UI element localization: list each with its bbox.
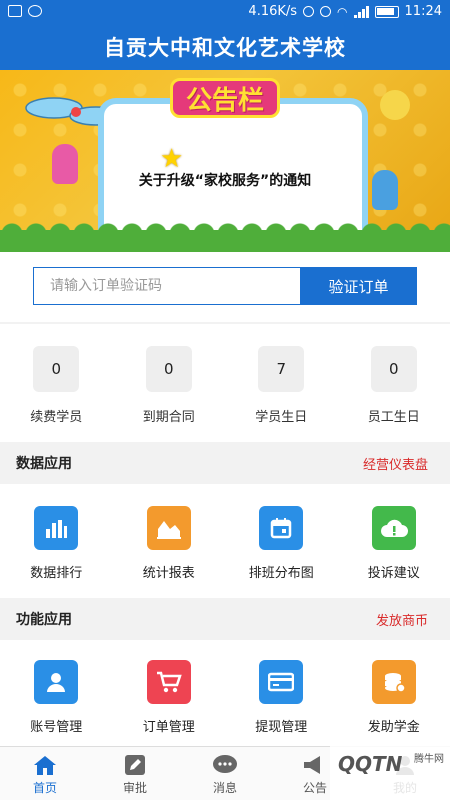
stats-panel: 0 续费学员 0 到期合同 7 学员生日 0 员工生日 <box>0 324 450 442</box>
stat-staff-birthdays[interactable]: 0 员工生日 <box>338 324 450 442</box>
stat-label: 员工生日 <box>367 410 420 425</box>
signal-icon <box>353 5 369 18</box>
stat-label: 续费学员 <box>30 410 83 425</box>
dashboard-link[interactable]: 经营仪表盘 <box>363 454 428 473</box>
message-icon <box>213 755 237 773</box>
edit-icon <box>125 755 145 775</box>
clock: 11:24 <box>404 4 442 19</box>
area-chart-icon <box>146 506 191 550</box>
section-title: 功能应用 <box>16 612 72 628</box>
tab-label: 消息 <box>212 781 237 795</box>
data-ranking-item[interactable]: 数据排行 <box>0 506 113 598</box>
bar-chart-icon <box>34 506 79 550</box>
stat-label: 学员生日 <box>255 410 308 425</box>
item-label: 提现管理 <box>255 720 308 735</box>
schedule-chart-item[interactable]: 排班分布图 <box>225 506 338 598</box>
stat-student-birthdays[interactable]: 7 学员生日 <box>225 324 338 442</box>
user-icon <box>34 660 79 704</box>
calendar-icon <box>259 506 304 550</box>
section-title: 数据应用 <box>16 456 72 472</box>
home-icon <box>34 756 56 775</box>
order-code-input[interactable] <box>33 267 301 305</box>
order-management-item[interactable]: 订单管理 <box>113 660 226 746</box>
image-notification-icon <box>8 5 22 17</box>
verify-order-bar: 验证订单 <box>0 252 450 322</box>
tab-label: 公告 <box>302 781 327 795</box>
stat-value: 0 <box>370 346 417 392</box>
stat-label: 到期合同 <box>142 410 195 425</box>
item-label: 数据排行 <box>30 566 83 581</box>
kid-top-right-illustration <box>380 90 410 120</box>
verify-order-button[interactable]: 验证订单 <box>300 267 417 305</box>
stat-expiring-contracts[interactable]: 0 到期合同 <box>113 324 226 442</box>
board-title: 公告栏 <box>170 78 280 118</box>
complaints-item[interactable]: 投诉建议 <box>338 506 450 598</box>
status-bar: 4.16K/s ◠ 11:24 <box>0 0 450 26</box>
cart-icon <box>146 660 191 704</box>
more-notification-icon <box>28 5 42 17</box>
withdrawal-management-item[interactable]: 提现管理 <box>225 660 338 746</box>
watermark-logo: QQTN <box>338 752 403 776</box>
stat-value: 7 <box>258 346 305 392</box>
item-label: 投诉建议 <box>367 566 420 581</box>
megaphone-icon <box>304 756 320 774</box>
item-label: 排班分布图 <box>248 566 314 581</box>
issue-coins-link[interactable]: 发放商币 <box>376 610 428 629</box>
coins-icon <box>371 660 416 704</box>
stat-renewal-students[interactable]: 0 续费学员 <box>0 324 113 442</box>
tab-label: 首页 <box>32 781 57 795</box>
tab-messages[interactable]: 消息 <box>180 747 270 800</box>
grass-decoration <box>0 220 450 252</box>
function-apps-grid: 账号管理 订单管理 提现管理 发助学金 <box>0 640 450 746</box>
wifi-icon: ◠ <box>337 4 348 19</box>
account-management-item[interactable]: 账号管理 <box>0 660 113 746</box>
site-watermark: QQTN 腾牛网 <box>330 746 450 800</box>
function-section-header: 功能应用 发放商币 <box>0 598 450 638</box>
network-speed: 4.16K/s <box>248 4 298 19</box>
item-label: 统计报表 <box>142 566 195 581</box>
data-section-header: 数据应用 经营仪表盘 <box>0 442 450 482</box>
battery-icon <box>374 5 399 18</box>
item-label: 账号管理 <box>30 720 83 735</box>
app-title: 自贡大中和文化艺术学校 <box>0 26 450 70</box>
item-label: 订单管理 <box>142 720 195 735</box>
notice-banner[interactable]: 公告栏 ★ 关于升级“家校服务”的通知 <box>0 70 450 252</box>
stats-report-item[interactable]: 统计报表 <box>113 506 226 598</box>
stat-value: 0 <box>33 346 80 392</box>
item-label: 发助学金 <box>367 720 420 735</box>
stat-value: 0 <box>145 346 192 392</box>
mute-icon <box>303 6 315 17</box>
card-icon <box>259 660 304 704</box>
data-apps-grid: 数据排行 统计报表 排班分布图 投诉建议 <box>0 484 450 598</box>
tab-approval[interactable]: 审批 <box>90 747 180 800</box>
alarm-icon <box>320 6 332 17</box>
cloud-alert-icon <box>371 506 416 550</box>
tab-home[interactable]: 首页 <box>0 747 90 800</box>
scholarship-item[interactable]: 发助学金 <box>338 660 450 746</box>
notice-text: 关于升级“家校服务”的通知 <box>138 173 312 189</box>
tab-label: 审批 <box>122 781 147 795</box>
watermark-sub: 腾牛网 <box>414 754 444 765</box>
